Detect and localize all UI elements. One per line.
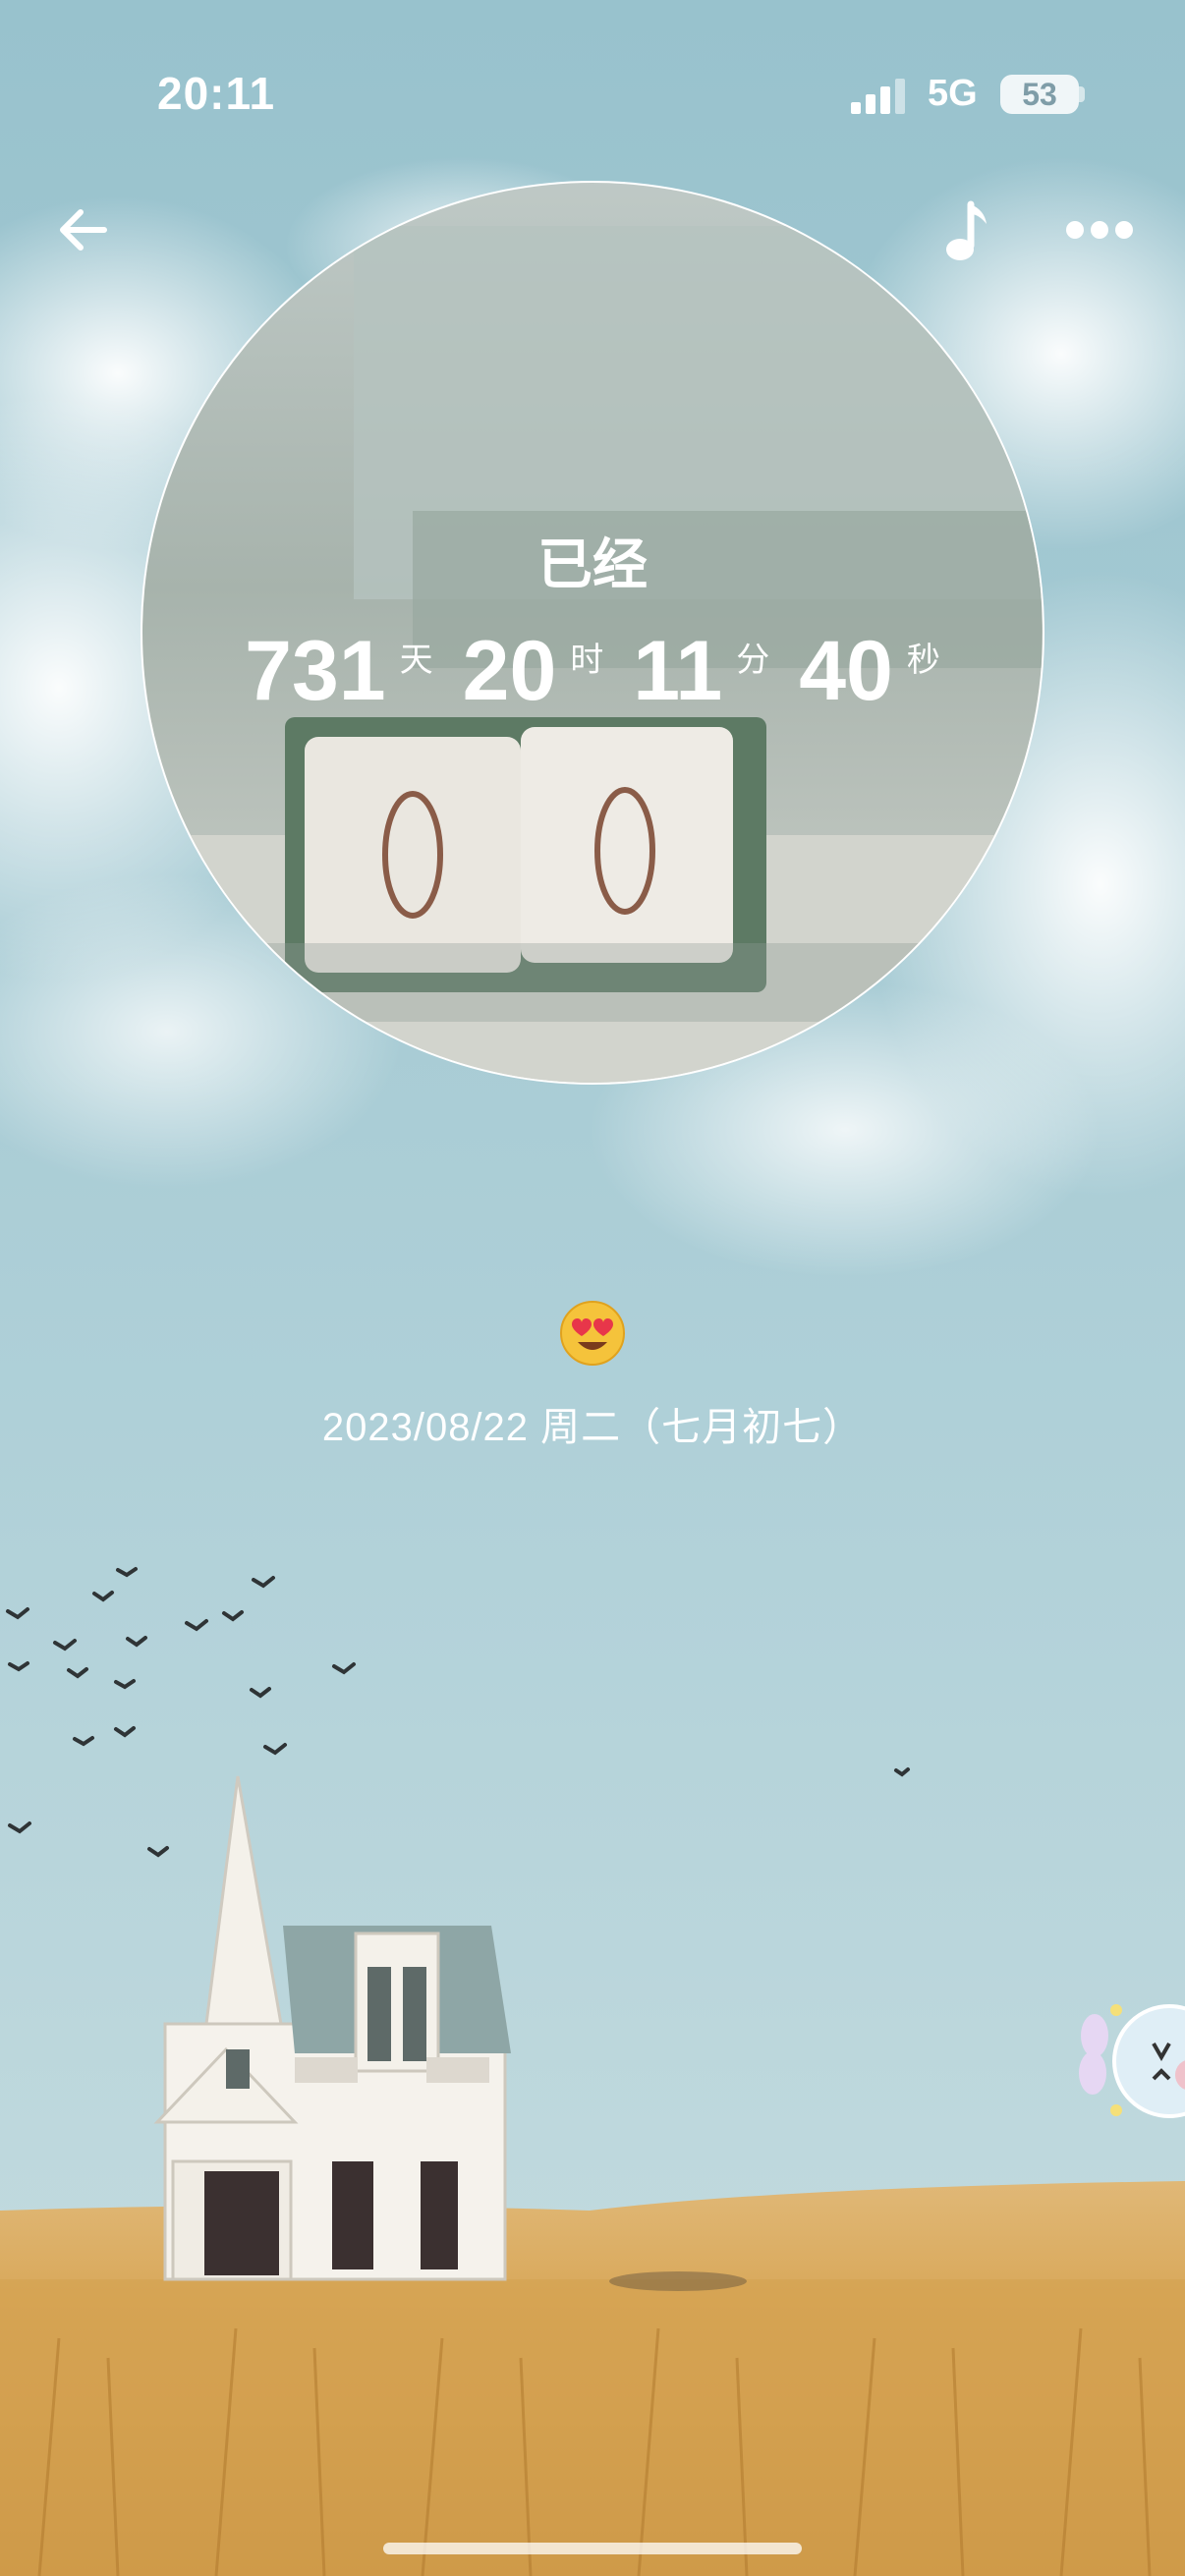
network-type: 5G	[928, 73, 978, 114]
hours-unit: 时	[570, 642, 604, 679]
elapsed-counter: 731 天 20 时 11 分 40 秒	[0, 629, 1185, 713]
days-unit: 天	[399, 642, 433, 679]
battery-indicator: 53	[1000, 75, 1079, 114]
minutes-unit: 分	[736, 642, 770, 679]
hours-value: 20	[462, 624, 557, 718]
music-note-icon[interactable]	[945, 200, 990, 263]
status-time: 20:11	[157, 68, 276, 119]
battery-tip	[1079, 86, 1085, 102]
background-scene	[0, 0, 1185, 2576]
elapsed-label: 已经	[537, 533, 648, 595]
home-indicator	[383, 2543, 802, 2554]
heart-eyes-emoji-icon	[560, 1301, 625, 1366]
arrow-left-icon[interactable]	[55, 202, 110, 257]
signal-icon	[851, 79, 905, 114]
days-value: 731	[245, 624, 386, 718]
anniversary-date: 2023/08/22 周二（七月初七）	[321, 1406, 864, 1449]
minutes-value: 11	[633, 624, 723, 718]
more-dots-icon[interactable]	[1065, 218, 1134, 242]
seconds-value: 40	[799, 624, 893, 718]
seconds-unit: 秒	[906, 642, 940, 679]
